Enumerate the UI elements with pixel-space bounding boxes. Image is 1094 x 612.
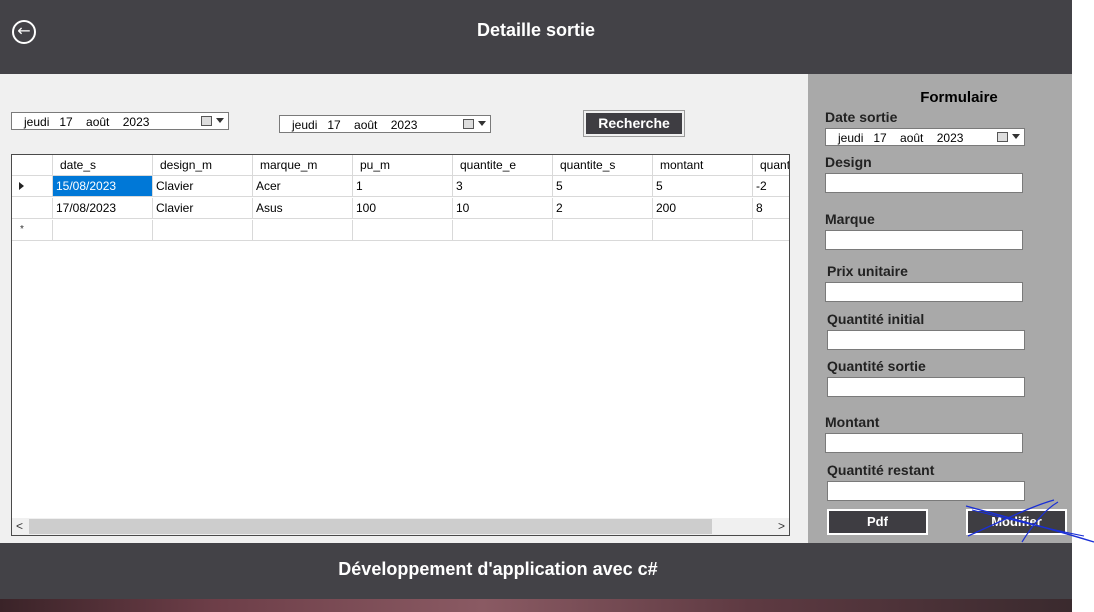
calendar-icon[interactable] (463, 119, 474, 129)
new-row-icon: * (20, 224, 24, 235)
page-title: Detaille sortie (476, 20, 596, 40)
calendar-icon[interactable] (997, 132, 1008, 142)
table-cell[interactable]: 10 (453, 198, 553, 219)
table-cell[interactable]: Asus (253, 198, 353, 219)
montant-label: Montant (825, 414, 880, 430)
date-to-picker[interactable]: jeudi 17 août 2023 (279, 115, 491, 133)
table-cell[interactable]: 17/08/2023 (53, 198, 153, 219)
table-cell[interactable]: Clavier (153, 176, 253, 197)
marque-field[interactable] (825, 230, 1023, 250)
table-cell[interactable]: 3 (453, 176, 553, 197)
chevron-down-icon[interactable] (1012, 134, 1020, 139)
quantite-initial-label: Quantité initial (827, 311, 925, 327)
prix-unitaire-label: Prix unitaire (827, 263, 908, 279)
table-cell[interactable]: -2 (753, 176, 789, 197)
table-cell[interactable]: 5 (553, 176, 653, 197)
montant-field[interactable] (825, 433, 1023, 453)
table-cell[interactable]: 100 (353, 198, 453, 219)
footer-text: Développement d'application avec c# (338, 559, 658, 579)
column-header[interactable]: date_s (53, 155, 153, 176)
header-bar: ← Detaille sortie (0, 0, 1072, 74)
current-row-icon (19, 182, 24, 190)
quantite-sortie-field[interactable] (827, 377, 1025, 397)
column-header[interactable]: pu_m (353, 155, 453, 176)
column-header[interactable]: design_m (153, 155, 253, 176)
table-cell[interactable] (53, 220, 153, 241)
date-sortie-label: Date sortie (825, 109, 898, 125)
date-sortie-picker[interactable]: jeudi 17 août 2023 (825, 128, 1025, 146)
table-cell[interactable]: 1 (353, 176, 453, 197)
horizontal-scrollbar[interactable]: < > (12, 518, 789, 535)
table-cell[interactable] (253, 220, 353, 241)
quantite-sortie-label: Quantité sortie (827, 358, 926, 374)
table-cell[interactable] (153, 220, 253, 241)
pdf-button[interactable]: Pdf (827, 509, 928, 535)
form-title: Formulaire (920, 89, 998, 106)
column-header[interactable]: quantit (753, 155, 789, 176)
table-cell[interactable] (653, 220, 753, 241)
marque-label: Marque (825, 211, 875, 227)
quantite-restant-field[interactable] (827, 481, 1025, 501)
table-cell[interactable]: 2 (553, 198, 653, 219)
table-cell[interactable] (753, 220, 789, 241)
new-row[interactable]: * (12, 220, 789, 241)
row-header[interactable] (12, 176, 53, 197)
date-sortie-value: jeudi 17 août 2023 (838, 131, 964, 145)
chevron-down-icon[interactable] (216, 118, 224, 123)
design-field[interactable] (825, 173, 1023, 193)
modifier-button[interactable]: Modifier (966, 509, 1067, 535)
background-image-strip (0, 599, 1072, 612)
date-to-value: jeudi 17 août 2023 (292, 118, 418, 132)
chevron-down-icon[interactable] (478, 121, 486, 126)
footer-bar: Développement d'application avec c# (0, 543, 1072, 599)
table-cell[interactable] (353, 220, 453, 241)
table-cell[interactable]: Clavier (153, 198, 253, 219)
quantite-initial-field[interactable] (827, 330, 1025, 350)
scroll-left-icon[interactable]: < (16, 518, 23, 535)
table-cell[interactable]: 200 (653, 198, 753, 219)
table-cell[interactable]: Acer (253, 176, 353, 197)
column-header[interactable]: quantite_e (453, 155, 553, 176)
table-row[interactable]: 17/08/2023 Clavier Asus 100 10 2 200 8 (12, 198, 789, 219)
calendar-icon[interactable] (201, 116, 212, 126)
date-from-picker[interactable]: jeudi 17 août 2023 (11, 112, 229, 130)
design-label: Design (825, 154, 872, 170)
scrollbar-thumb[interactable] (29, 519, 712, 534)
column-header[interactable]: montant (653, 155, 753, 176)
row-header[interactable]: * (12, 220, 53, 241)
scroll-right-icon[interactable]: > (778, 518, 785, 535)
prix-unitaire-field[interactable] (825, 282, 1023, 302)
table-cell[interactable]: 15/08/2023 (53, 176, 153, 197)
table-row[interactable]: 15/08/2023 Clavier Acer 1 3 5 5 -2 (12, 176, 789, 197)
corner-header (12, 155, 53, 176)
data-grid[interactable]: date_s design_m marque_m pu_m quantite_e… (11, 154, 790, 536)
table-cell[interactable]: 5 (653, 176, 753, 197)
column-header[interactable]: marque_m (253, 155, 353, 176)
date-from-value: jeudi 17 août 2023 (24, 115, 150, 129)
table-cell[interactable] (553, 220, 653, 241)
table-cell[interactable] (453, 220, 553, 241)
table-cell[interactable]: 8 (753, 198, 789, 219)
search-button[interactable]: Recherche (583, 110, 685, 137)
column-header[interactable]: quantite_s (553, 155, 653, 176)
quantite-restant-label: Quantité restant (827, 462, 935, 478)
row-header[interactable] (12, 198, 53, 219)
grid-header-row: date_s design_m marque_m pu_m quantite_e… (12, 155, 789, 176)
